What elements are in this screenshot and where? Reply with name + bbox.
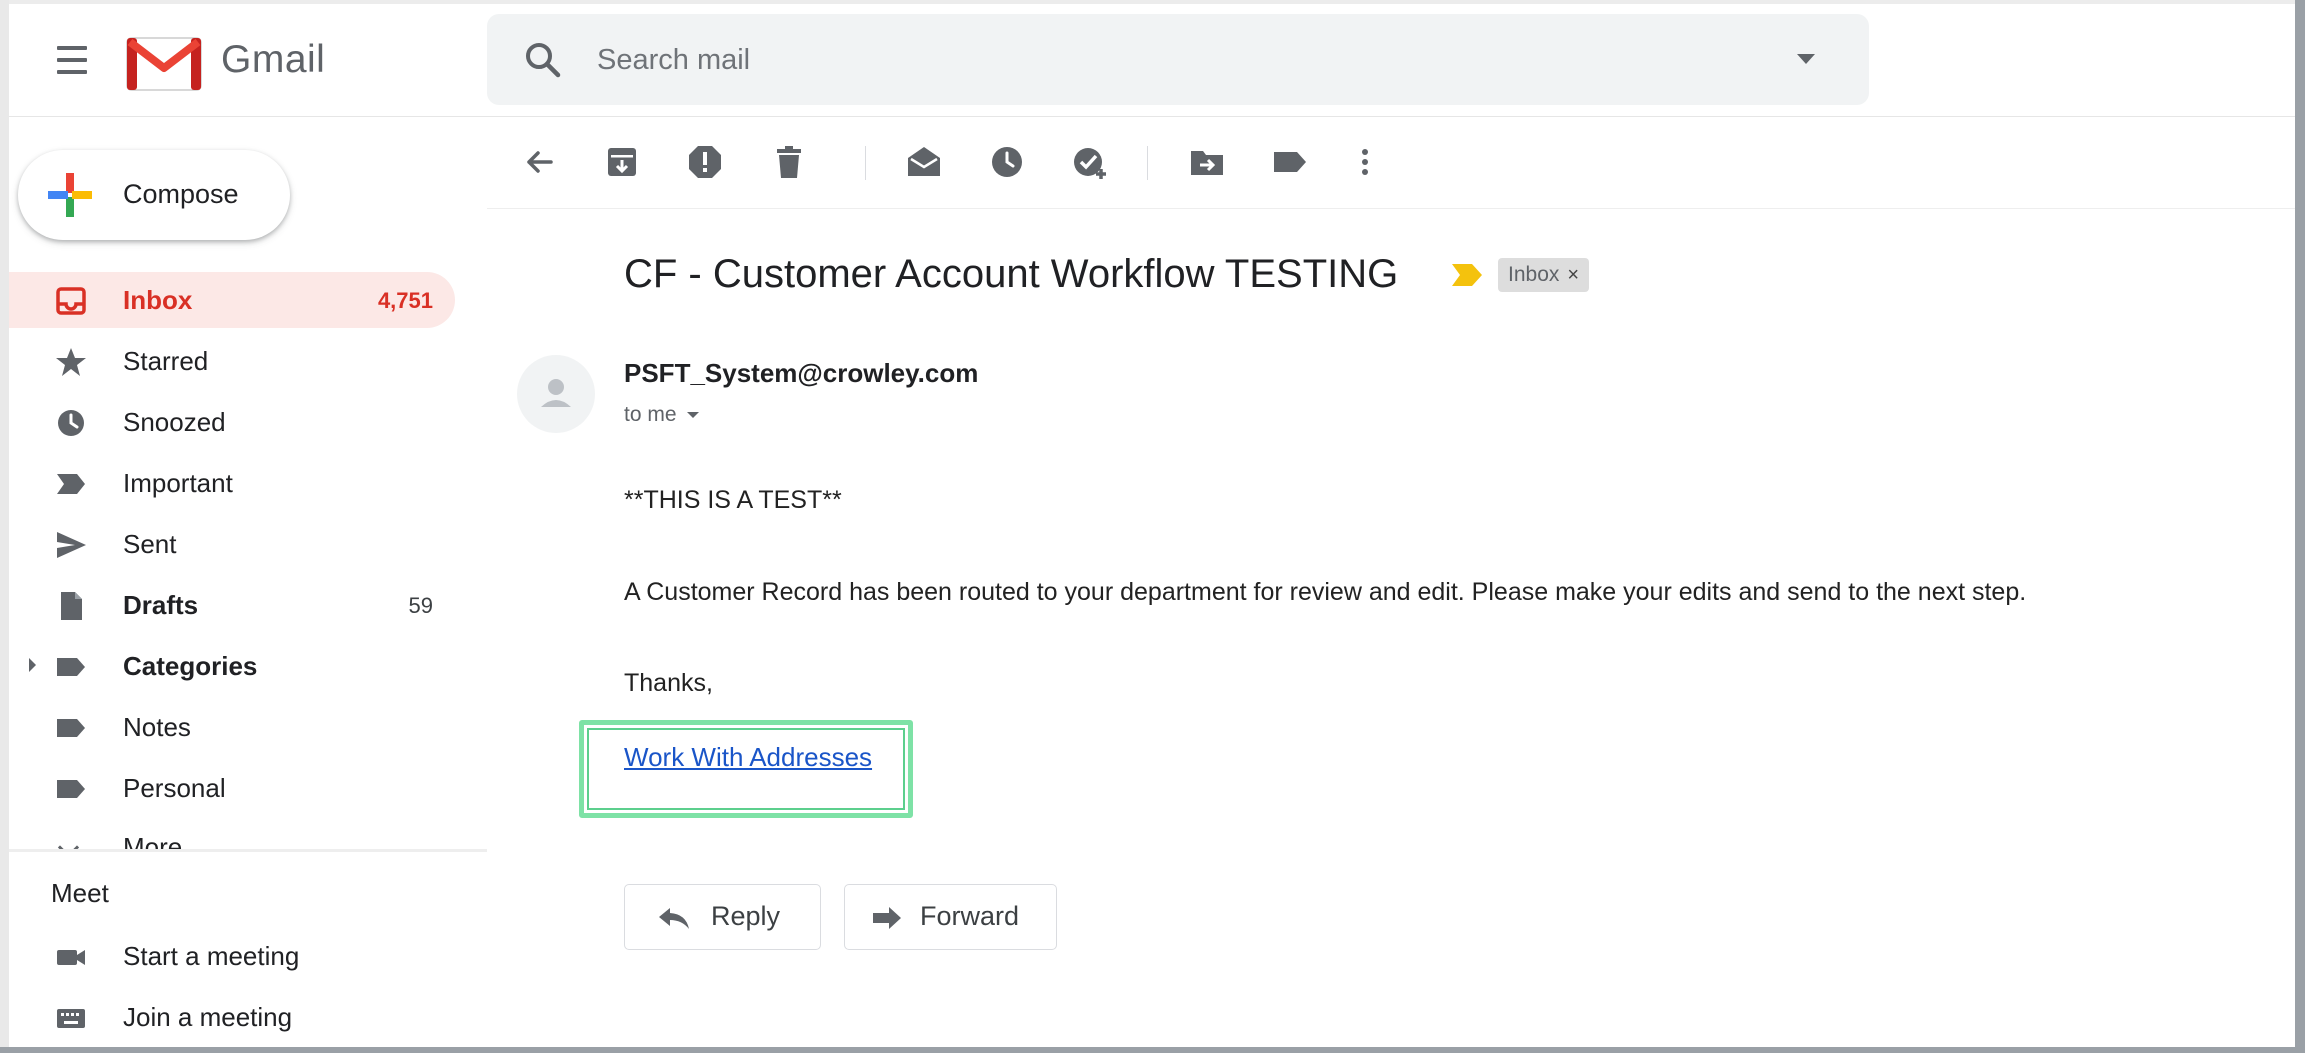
snooze-clock-icon[interactable]	[987, 142, 1027, 182]
sidebar-item-categories[interactable]: Categories	[9, 638, 455, 694]
recipient-label: to me	[624, 403, 677, 426]
body-line-test-notice: **THIS IS A TEST**	[624, 486, 842, 514]
sidebar-item-label: Start a meeting	[123, 941, 300, 971]
add-to-tasks-icon[interactable]	[1070, 142, 1110, 182]
sidebar-divider	[9, 849, 487, 852]
move-to-folder-icon[interactable]	[1187, 142, 1227, 182]
label-chip-text: Inbox	[1508, 263, 1560, 286]
app-header: Gmail	[9, 4, 2295, 117]
reply-arrow-icon	[659, 908, 689, 929]
send-icon	[57, 532, 86, 558]
forward-arrow-icon	[873, 907, 901, 929]
delete-icon[interactable]	[769, 142, 809, 182]
window-frame-left	[0, 0, 9, 1053]
recipient-details-toggle[interactable]: to me	[624, 403, 699, 427]
sidebar-item-label: Important	[123, 468, 233, 498]
sidebar-item-label: More	[123, 832, 183, 850]
sidebar-item-starred[interactable]: Starred	[9, 333, 455, 389]
remove-label-icon[interactable]: ×	[1567, 264, 1579, 286]
forward-label: Forward	[920, 901, 1020, 931]
caret-down-icon	[686, 412, 699, 419]
mark-unread-icon[interactable]	[904, 142, 944, 182]
inbox-label-chip: Inbox ×	[1498, 258, 1590, 292]
back-arrow-icon[interactable]	[519, 142, 559, 182]
meet-section-title: Meet	[51, 878, 109, 908]
body-line-message: A Customer Record has been routed to you…	[624, 578, 2027, 606]
more-options-icon[interactable]	[1345, 142, 1385, 182]
video-camera-icon	[57, 950, 85, 965]
sender-email[interactable]: PSFT_System@crowley.com	[624, 358, 978, 389]
sidebar-item-label: Notes	[123, 712, 191, 742]
search-options-dropdown-icon[interactable]	[1797, 54, 1815, 64]
star-icon	[56, 348, 86, 376]
gmail-logo-icon[interactable]	[125, 34, 203, 92]
label-icon[interactable]	[1270, 142, 1310, 182]
gmail-brand-text: Gmail	[221, 38, 326, 81]
work-with-addresses-link[interactable]: Work With Addresses	[624, 742, 872, 773]
main-menu-icon[interactable]	[51, 42, 91, 78]
window-frame-right	[2295, 0, 2305, 1053]
sidebar-item-label: Sent	[123, 529, 177, 559]
clock-icon	[58, 410, 84, 436]
search-bar[interactable]	[487, 14, 1869, 105]
inbox-icon	[56, 287, 86, 315]
sidebar-item-label: Join a meeting	[123, 1002, 293, 1032]
compose-label: Compose	[123, 179, 239, 209]
sidebar-item-sent[interactable]: Sent	[9, 516, 455, 572]
toolbar-divider	[865, 146, 866, 180]
sidebar-item-drafts[interactable]: Drafts 59	[9, 577, 455, 633]
body-line-thanks: Thanks,	[624, 669, 713, 697]
drafts-count: 59	[408, 593, 433, 618]
toolbar-divider	[1147, 146, 1148, 180]
window-frame-bottom	[0, 1047, 2305, 1053]
message-toolbar	[487, 116, 2295, 209]
report-spam-icon[interactable]	[685, 142, 725, 182]
sidebar-item-more[interactable]: More	[9, 800, 469, 850]
important-marker-icon[interactable]	[1450, 262, 1484, 288]
archive-icon[interactable]	[602, 142, 642, 182]
search-input[interactable]	[595, 36, 1699, 84]
reply-button[interactable]: Reply	[624, 884, 821, 950]
sender-avatar[interactable]	[517, 355, 595, 433]
sidebar-item-start-meeting[interactable]: Start a meeting	[9, 928, 455, 984]
sidebar-item-inbox[interactable]: Inbox 4,751	[9, 272, 455, 328]
compose-button[interactable]: Compose	[18, 150, 290, 240]
sidebar-item-notes[interactable]: Notes	[9, 699, 455, 755]
important-icon	[57, 474, 85, 494]
reply-label: Reply	[711, 901, 781, 931]
draft-icon	[61, 592, 82, 620]
unread-count: 4,751	[377, 288, 433, 313]
sidebar-item-important[interactable]: Important	[9, 455, 455, 511]
keyboard-icon	[57, 1009, 85, 1028]
sidebar-item-join-meeting[interactable]: Join a meeting	[9, 989, 455, 1045]
person-icon	[541, 379, 571, 407]
search-icon[interactable]	[523, 40, 563, 80]
label-icon	[57, 658, 85, 676]
label-icon	[57, 719, 85, 737]
sidebar-item-snoozed[interactable]: Snoozed	[9, 394, 455, 450]
sidebar-item-label: Snoozed	[123, 407, 226, 437]
sidebar-item-label: Drafts	[123, 590, 199, 620]
sidebar-item-label: Inbox	[123, 285, 193, 315]
expand-arrow-icon[interactable]	[29, 658, 36, 672]
plus-icon	[48, 173, 92, 217]
sidebar-item-label: Starred	[123, 346, 209, 376]
forward-button[interactable]: Forward	[844, 884, 1057, 950]
sidebar-item-label: Categories	[123, 651, 258, 681]
message-subject: CF - Customer Account Workflow TESTING	[624, 252, 1399, 296]
